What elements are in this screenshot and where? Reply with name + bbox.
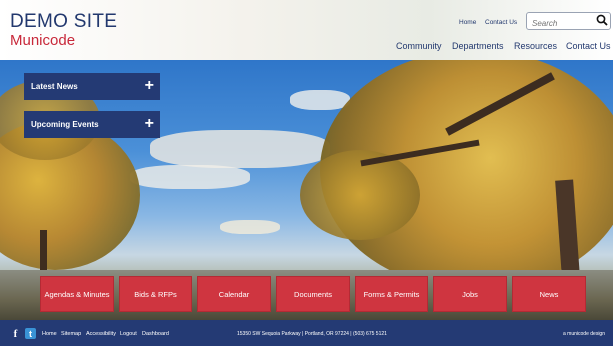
search-box	[526, 12, 611, 32]
nav-resources[interactable]: Resources	[514, 41, 557, 51]
footer-link-logout[interactable]: Logout	[120, 331, 137, 337]
facebook-icon[interactable]: f	[10, 328, 21, 340]
footer-link-sitemap[interactable]: Sitemap	[61, 331, 81, 337]
upcoming-events-panel[interactable]: Upcoming Events +	[24, 111, 160, 138]
expand-plus-icon[interactable]: +	[145, 115, 154, 133]
utility-home-link[interactable]: Home	[459, 19, 476, 26]
site-footer: f t Home Sitemap Accessibility Logout Da…	[0, 320, 613, 346]
quick-link-agendas-minutes[interactable]: Agendas & Minutes	[40, 276, 114, 312]
footer-address: 15350 SW Sequoia Parkway | Portland, OR …	[237, 331, 387, 337]
quick-link-news[interactable]: News	[512, 276, 586, 312]
quick-link-documents[interactable]: Documents	[276, 276, 350, 312]
quick-link-forms-permits[interactable]: Forms & Permits	[355, 276, 428, 312]
twitter-icon[interactable]: t	[25, 328, 36, 339]
nav-community[interactable]: Community	[396, 41, 442, 51]
quick-link-jobs[interactable]: Jobs	[433, 276, 507, 312]
search-icon[interactable]	[596, 14, 608, 26]
logo-title[interactable]: DEMO SITE	[10, 11, 117, 33]
search-input[interactable]	[527, 15, 597, 32]
quick-link-bids-rfps[interactable]: Bids & RFPs	[119, 276, 192, 312]
latest-news-panel[interactable]: Latest News +	[24, 73, 160, 100]
quick-link-calendar[interactable]: Calendar	[197, 276, 271, 312]
footer-link-dashboard[interactable]: Dashboard	[142, 331, 169, 337]
nav-contact-us[interactable]: Contact Us	[566, 41, 611, 51]
footer-link-home[interactable]: Home	[42, 331, 57, 337]
footer-design-credit[interactable]: a municode design	[563, 331, 605, 337]
expand-plus-icon[interactable]: +	[145, 77, 154, 95]
site-header: DEMO SITE Municode Home Contact Us Commu…	[0, 0, 613, 60]
logo-subtitle[interactable]: Municode	[10, 32, 75, 49]
latest-news-label: Latest News	[31, 82, 78, 91]
utility-contact-link[interactable]: Contact Us	[485, 19, 517, 26]
upcoming-events-label: Upcoming Events	[31, 120, 99, 129]
footer-link-accessibility[interactable]: Accessibility	[86, 331, 116, 337]
nav-departments[interactable]: Departments	[452, 41, 504, 51]
